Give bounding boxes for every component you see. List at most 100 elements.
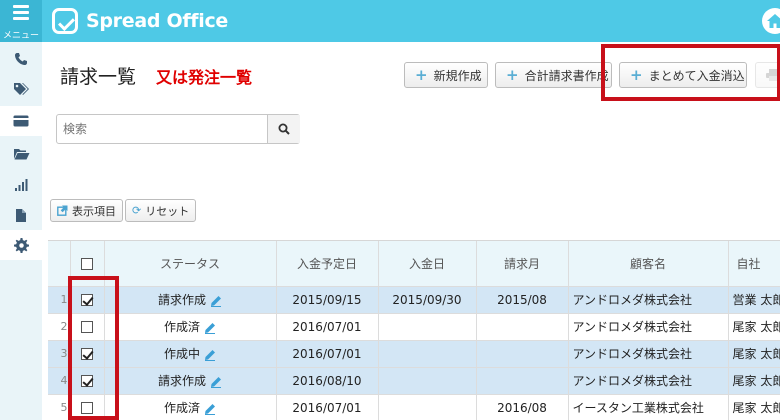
search-icon <box>278 123 290 135</box>
plus-icon: + <box>415 65 428 84</box>
row-number: 5 <box>48 394 71 420</box>
checkbox-highlight-annotation <box>68 276 119 420</box>
customer-cell: アンドロメダ株式会社 <box>568 367 729 395</box>
customer-cell: アンドロメダ株式会社 <box>568 313 729 341</box>
home-button[interactable] <box>762 8 780 34</box>
sidebar-item-documents[interactable] <box>0 200 42 230</box>
customer-cell: アンドロメダ株式会社 <box>568 340 729 368</box>
header-paid-date[interactable]: 入金日 <box>378 241 477 287</box>
total-invoice-button[interactable]: + 合計請求書作成 <box>495 62 612 88</box>
file-icon <box>16 208 26 222</box>
credit-card-icon <box>13 115 29 127</box>
status-cell: 請求作成 <box>104 286 277 314</box>
table-header-row: ステータス 入金予定日 入金日 請求月 顧客名 自社 <box>48 241 780 287</box>
due-date-cell: 2015/09/15 <box>276 286 379 314</box>
due-date-cell: 2016/07/01 <box>276 340 379 368</box>
status-text: 作成中 <box>163 347 200 361</box>
due-date-cell: 2016/07/01 <box>276 394 379 420</box>
sidebar-item-billing[interactable] <box>0 106 42 136</box>
owner-cell: 尾家 太郎 <box>728 394 780 420</box>
app-header: メニュー Spread Office <box>0 0 780 42</box>
header-billing-month[interactable]: 請求月 <box>476 241 569 287</box>
row-number: 4 <box>48 367 71 395</box>
highlight-annotation <box>601 44 780 101</box>
header-due-date[interactable]: 入金予定日 <box>276 241 379 287</box>
paid-date-cell <box>378 367 477 395</box>
header-customer[interactable]: 顧客名 <box>568 241 729 287</box>
invoice-table: ステータス 入金予定日 入金日 請求月 顧客名 自社 1 請求作成 2015/09/… <box>48 240 780 420</box>
search-input[interactable] <box>57 115 267 143</box>
page-subtitle: 又は発注一覧 <box>156 68 253 87</box>
billing-month-cell: 2015/08 <box>476 286 569 314</box>
owner-cell: 尾家 太郎 <box>728 313 780 341</box>
reset-button[interactable]: ⟳ リセット <box>125 199 197 222</box>
display-items-label: 表示項目 <box>72 204 116 218</box>
display-items-button[interactable]: 表示項目 <box>50 199 123 222</box>
logo-text: Spread Office <box>86 10 229 32</box>
total-invoice-label: 合計請求書作成 <box>524 68 609 83</box>
owner-cell: 尾家 太郎 <box>728 340 780 368</box>
search-box <box>56 114 300 144</box>
edit-icon[interactable] <box>210 295 222 307</box>
reset-label: リセット <box>145 204 190 218</box>
select-all-checkbox[interactable] <box>81 257 93 270</box>
folder-open-icon <box>13 148 29 159</box>
home-icon <box>767 14 780 28</box>
paid-date-cell: 2015/09/30 <box>378 286 477 314</box>
billing-month-cell <box>476 367 569 395</box>
sidebar-item-phone[interactable] <box>0 44 42 74</box>
table-row[interactable]: 1 請求作成 2015/09/15 2015/09/30 2015/08 アンドロメダ株式… <box>48 286 780 314</box>
sidebar <box>0 42 42 420</box>
billing-month-cell <box>476 313 569 341</box>
edit-icon[interactable] <box>210 376 222 388</box>
owner-cell: 尾家 太郎 <box>728 367 780 395</box>
status-text: 作成済 <box>163 401 200 415</box>
hamburger-icon <box>13 5 29 23</box>
tag-icon <box>14 83 29 95</box>
menu-button[interactable]: メニュー <box>0 0 42 42</box>
status-cell: 作成済 <box>104 313 277 341</box>
bar-chart-icon <box>15 179 28 191</box>
table-row[interactable]: 4 請求作成 2016/08/10 アンドロメダ株式会社 尾家 太郎 <box>48 367 780 395</box>
menu-label: メニュー <box>2 31 39 41</box>
app-logo[interactable]: Spread Office <box>52 7 228 35</box>
external-link-icon <box>57 205 68 216</box>
status-cell: 作成中 <box>104 340 277 368</box>
status-cell: 作成済 <box>104 394 277 420</box>
edit-icon[interactable] <box>204 403 216 415</box>
logo-check-icon <box>52 8 78 34</box>
header-status[interactable]: ステータス <box>104 241 277 287</box>
new-invoice-button[interactable]: + 新規作成 <box>404 62 488 88</box>
sidebar-item-folders[interactable] <box>0 138 42 168</box>
edit-icon[interactable] <box>204 322 216 334</box>
billing-month-cell <box>476 340 569 368</box>
paid-date-cell <box>378 340 477 368</box>
edit-icon[interactable] <box>204 349 216 361</box>
gear-icon <box>13 237 29 253</box>
sidebar-item-reports[interactable] <box>0 170 42 200</box>
status-cell: 請求作成 <box>104 367 277 395</box>
status-text: 請求作成 <box>157 293 206 307</box>
refresh-icon: ⟳ <box>132 204 142 217</box>
customer-cell: イースタン工業株式会社 <box>568 394 729 420</box>
due-date-cell: 2016/07/01 <box>276 313 379 341</box>
billing-month-cell: 2016/08 <box>476 394 569 420</box>
table-row[interactable]: 2 作成済 2016/07/01 アンドロメダ株式会社 尾家 太郎 <box>48 313 780 341</box>
row-number: 3 <box>48 340 71 368</box>
table-row[interactable]: 5 作成済 2016/07/01 2016/08 イースタン工業株式会社 尾家 太郎 <box>48 394 780 420</box>
sidebar-item-tags[interactable] <box>0 74 42 104</box>
table-row[interactable]: 3 作成中 2016/07/01 アンドロメダ株式会社 尾家 太郎 <box>48 340 780 368</box>
search-button[interactable] <box>267 115 300 143</box>
header-rownum <box>48 241 71 287</box>
status-text: 請求作成 <box>157 374 206 388</box>
row-number: 2 <box>48 313 71 341</box>
plus-icon: + <box>506 65 519 84</box>
customer-cell: アンドロメダ株式会社 <box>568 286 729 314</box>
new-invoice-label: 新規作成 <box>433 68 482 83</box>
status-text: 作成済 <box>163 320 200 334</box>
owner-cell: 営業 太郎 <box>728 286 780 314</box>
row-number: 1 <box>48 286 71 314</box>
sidebar-item-settings[interactable] <box>0 230 42 260</box>
paid-date-cell <box>378 313 477 341</box>
header-owner[interactable]: 自社 <box>728 241 780 287</box>
